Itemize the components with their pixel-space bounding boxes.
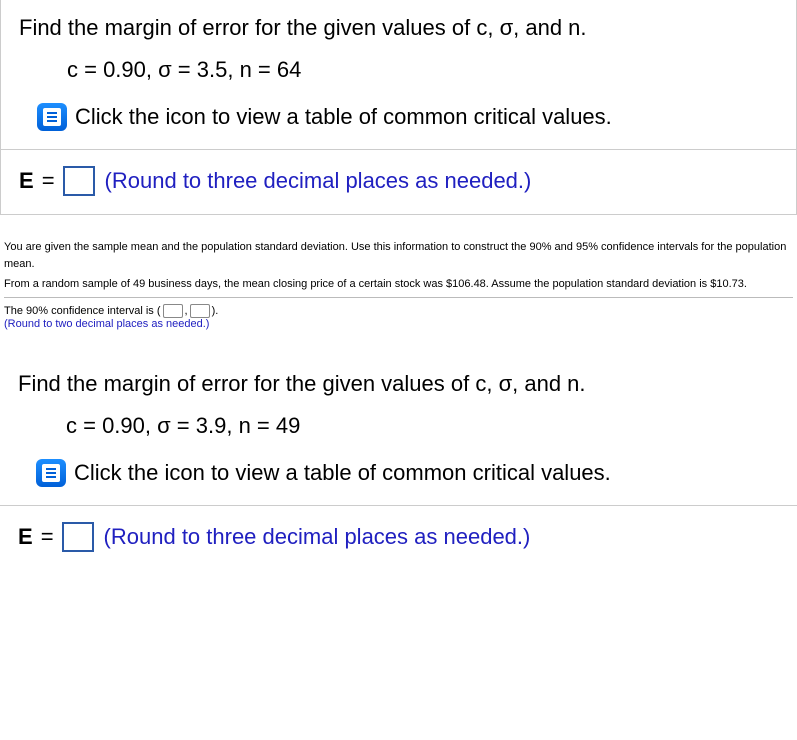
question-params: c = 0.90, σ = 3.5, n = 64 [67,57,778,83]
question-block-2: Find the margin of error for the given v… [0,358,797,552]
divider [0,505,797,506]
answer-row: E = (Round to three decimal places as ne… [18,522,779,552]
margin-error-input[interactable] [62,522,94,552]
rounding-note: (Round to three decimal places as needed… [104,524,531,550]
ci-comma: , [185,305,188,317]
confidence-interval-block: You are given the sample mean and the po… [0,239,797,331]
critical-values-text: Click the icon to view a table of common… [75,104,612,130]
ci-answer-row: The 90% confidence interval is ( , ). [4,304,793,318]
ci-rounding-note: (Round to two decimal places as needed.) [4,318,793,330]
critical-values-link-row: Click the icon to view a table of common… [37,103,778,131]
divider [1,149,796,150]
critical-values-text: Click the icon to view a table of common… [74,460,611,486]
table-icon[interactable] [37,103,67,131]
critical-values-link-row: Click the icon to view a table of common… [36,459,779,487]
answer-variable: E [18,524,33,550]
ci-instruction-2: From a random sample of 49 business days… [4,276,793,294]
ci-prefix: The 90% confidence interval is ( [4,305,161,317]
equals-sign: = [42,168,55,194]
question-prompt: Find the margin of error for the given v… [19,14,778,43]
question-params: c = 0.90, σ = 3.9, n = 49 [66,413,779,439]
ci-upper-input[interactable] [190,304,210,318]
equals-sign: = [41,524,54,550]
margin-error-input[interactable] [63,166,95,196]
answer-variable: E [19,168,34,194]
divider [4,297,793,298]
question-block-1: Find the margin of error for the given v… [0,0,797,215]
ci-lower-input[interactable] [163,304,183,318]
rounding-note: (Round to three decimal places as needed… [105,168,532,194]
question-prompt: Find the margin of error for the given v… [18,370,779,399]
table-icon[interactable] [36,459,66,487]
ci-suffix: ). [212,305,219,317]
answer-row: E = (Round to three decimal places as ne… [19,166,778,196]
ci-instruction-1: You are given the sample mean and the po… [4,239,793,274]
